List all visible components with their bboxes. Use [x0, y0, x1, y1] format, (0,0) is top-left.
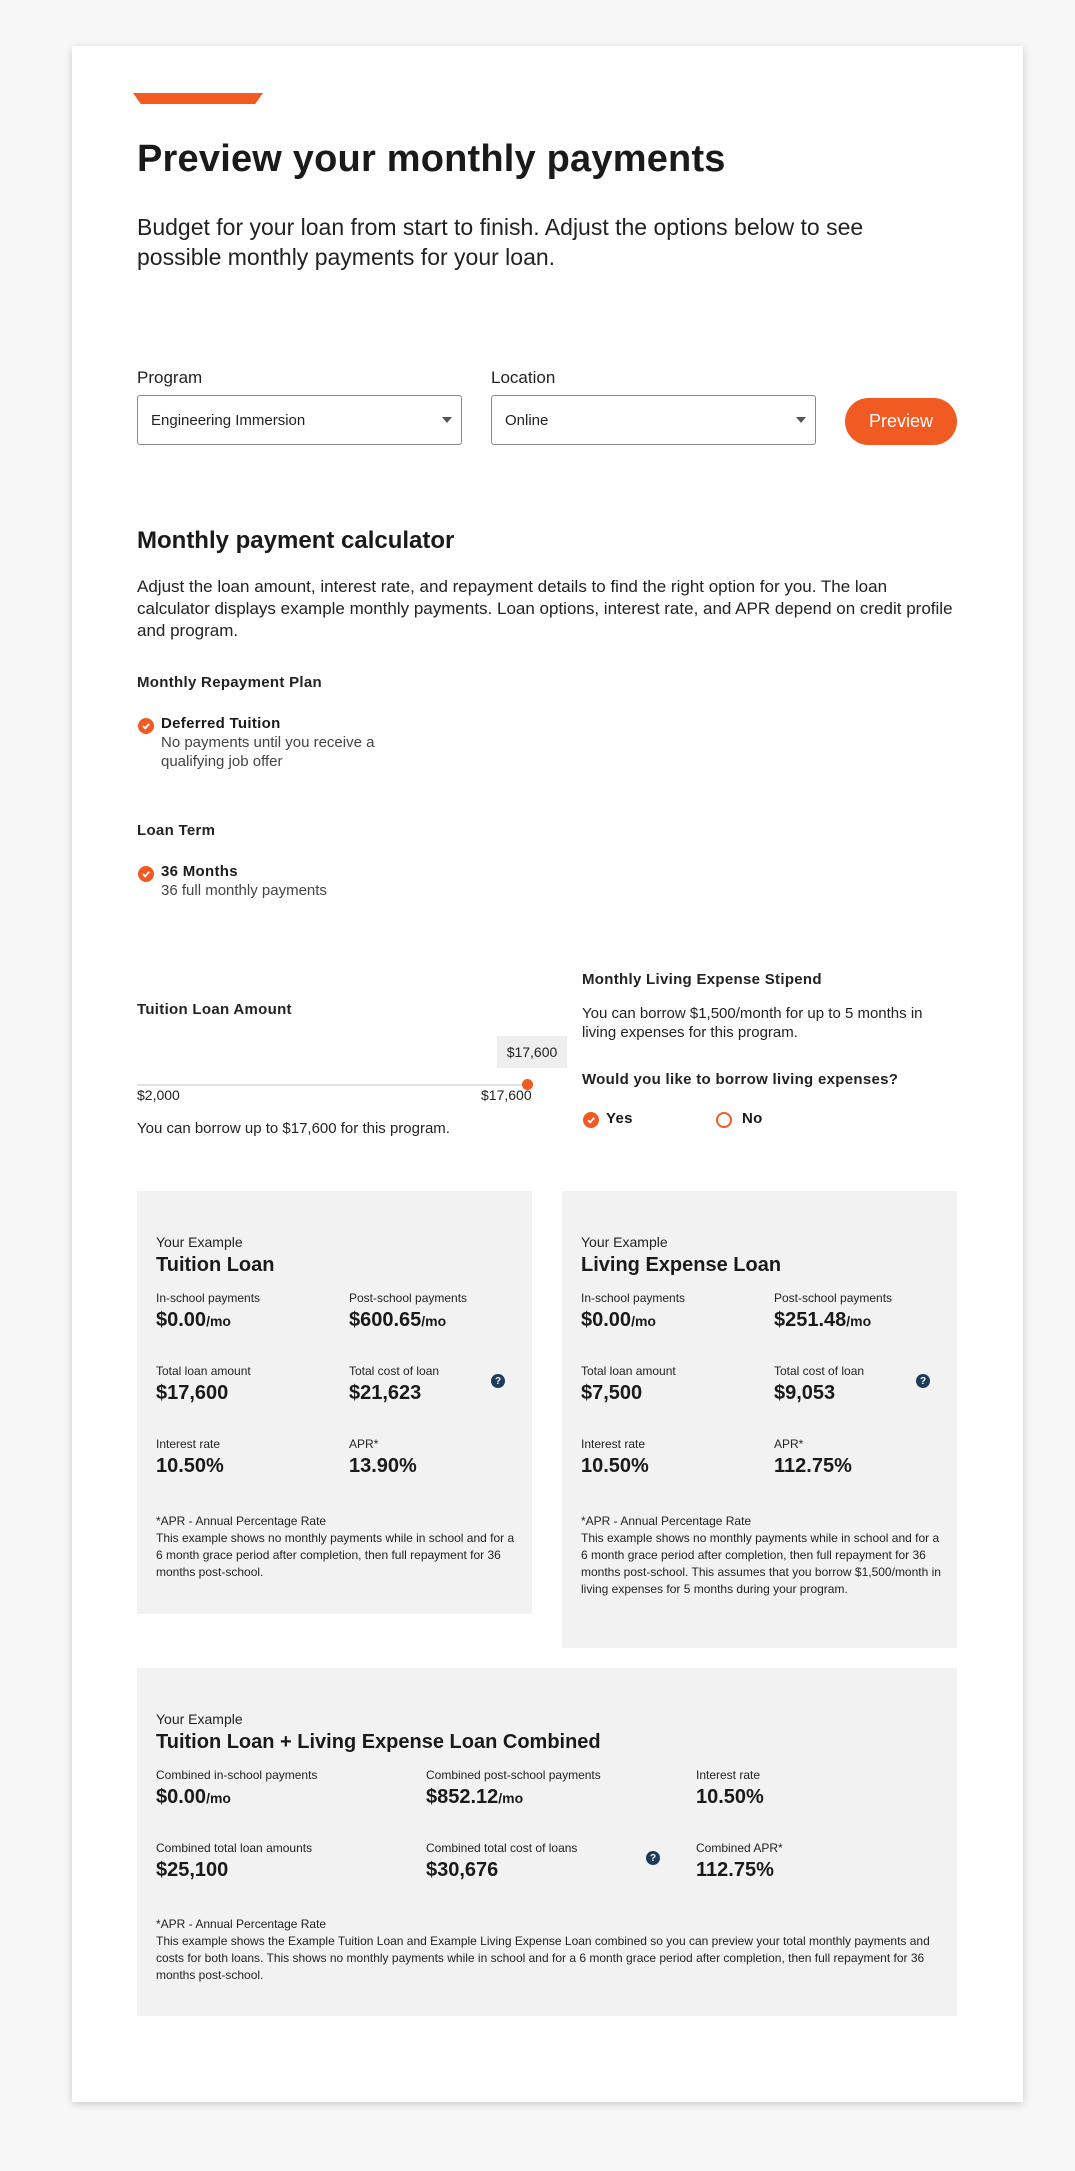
slider-min-label: $2,000: [137, 1087, 180, 1103]
fine-print: This example shows the Example Tuition L…: [156, 1934, 930, 1982]
radio-yes-label[interactable]: Yes: [606, 1110, 633, 1127]
post-school-value: $600.65/mo: [349, 1309, 447, 1331]
help-icon[interactable]: ?: [916, 1374, 930, 1388]
borrow-note: You can borrow up to $17,600 for this pr…: [137, 1120, 450, 1137]
in-school-label: Combined in-school payments: [156, 1768, 318, 1782]
repayment-option-desc: No payments until you receive a qualifyi…: [161, 734, 375, 770]
preview-button[interactable]: Preview: [845, 398, 957, 445]
radio-no-label[interactable]: No: [742, 1110, 763, 1127]
total-cost-value: $30,676: [426, 1859, 499, 1881]
panel-title: Tuition Loan + Living Expense Loan Combi…: [156, 1731, 601, 1753]
location-select-value: Online: [505, 411, 549, 429]
total-cost-value: $21,623: [349, 1382, 422, 1404]
page-title: Preview your monthly payments: [137, 138, 726, 180]
post-school-label: Post-school payments: [774, 1291, 893, 1305]
loan-term-label: Loan Term: [137, 822, 216, 839]
in-school-label: In-school payments: [581, 1291, 686, 1305]
help-icon[interactable]: ?: [646, 1851, 660, 1865]
radio-no[interactable]: [716, 1112, 732, 1128]
post-school-value: $251.48/mo: [774, 1309, 872, 1331]
panel-eyebrow: Your Example: [156, 1234, 243, 1250]
slider-value-tooltip: $17,600: [497, 1036, 567, 1068]
in-school-value: $0.00/mo: [156, 1786, 231, 1808]
stipend-question: Would you like to borrow living expenses…: [582, 1071, 899, 1088]
repayment-plan-label: Monthly Repayment Plan: [137, 674, 322, 691]
fine-title: *APR - Annual Percentage Rate: [156, 1514, 327, 1528]
page-lead: Budget for your loan from start to finis…: [137, 214, 864, 270]
calculator-description: Adjust the loan amount, interest rate, a…: [137, 577, 953, 640]
program-select[interactable]: Engineering Immersion: [137, 395, 462, 445]
post-school-label: Combined post-school payments: [426, 1768, 601, 1782]
fine-print: This example shows no monthly payments w…: [581, 1531, 941, 1596]
check-icon[interactable]: [138, 866, 154, 882]
total-cost-label: Total cost of loan: [349, 1364, 440, 1378]
tuition-slider-track[interactable]: [137, 1084, 529, 1086]
repayment-option-title[interactable]: Deferred Tuition: [161, 715, 281, 732]
total-amount-label: Combined total loan amounts: [156, 1841, 313, 1855]
loan-term-option-title[interactable]: 36 Months: [161, 863, 238, 880]
total-amount-value: $25,100: [156, 1859, 229, 1881]
apr-label: APR*: [774, 1437, 804, 1451]
in-school-value: $0.00/mo: [156, 1309, 231, 1331]
total-cost-label: Combined total cost of loans: [426, 1841, 578, 1855]
slider-max-label: $17,600: [481, 1087, 532, 1103]
living-loan-panel: Your Example Living Expense Loan In-scho…: [562, 1191, 957, 1648]
apr-value: 112.75%: [696, 1859, 774, 1881]
rate-label: Interest rate: [581, 1437, 646, 1451]
radio-yes[interactable]: [583, 1112, 599, 1128]
total-amount-value: $7,500: [581, 1382, 643, 1404]
rate-label: Interest rate: [696, 1768, 761, 1782]
help-icon[interactable]: ?: [491, 1374, 505, 1388]
fine-title: *APR - Annual Percentage Rate: [581, 1514, 752, 1528]
rate-label: Interest rate: [156, 1437, 221, 1451]
location-select[interactable]: Online: [491, 395, 816, 445]
rate-value: 10.50%: [156, 1455, 224, 1477]
apr-label: APR*: [349, 1437, 379, 1451]
apr-value: 13.90%: [349, 1455, 417, 1477]
total-amount-label: Total loan amount: [156, 1364, 251, 1378]
loan-term-option-desc: 36 full monthly payments: [161, 882, 327, 899]
in-school-label: In-school payments: [156, 1291, 261, 1305]
post-school-label: Post-school payments: [349, 1291, 468, 1305]
location-label: Location: [491, 368, 556, 387]
tuition-loan-panel: Your Example Tuition Loan In-school paym…: [137, 1191, 532, 1614]
total-amount-label: Total loan amount: [581, 1364, 676, 1378]
fine-title: *APR - Annual Percentage Rate: [156, 1917, 327, 1931]
accent-bar: [133, 93, 263, 104]
stipend-desc: You can borrow $1,500/month for up to 5 …: [582, 1005, 923, 1041]
panel-title: Living Expense Loan: [581, 1254, 782, 1276]
panel-eyebrow: Your Example: [156, 1711, 243, 1727]
total-amount-value: $17,600: [156, 1382, 229, 1404]
total-cost-value: $9,053: [774, 1382, 836, 1404]
stipend-label: Monthly Living Expense Stipend: [582, 971, 822, 988]
tuition-amount-label: Tuition Loan Amount: [137, 1001, 292, 1018]
apr-label: Combined APR*: [696, 1841, 783, 1855]
total-cost-label: Total cost of loan: [774, 1364, 865, 1378]
chevron-down-icon: [442, 417, 452, 423]
panel-title: Tuition Loan: [156, 1254, 275, 1276]
panel-eyebrow: Your Example: [581, 1234, 668, 1250]
post-school-value: $852.12/mo: [426, 1786, 524, 1808]
program-label: Program: [137, 368, 203, 387]
in-school-value: $0.00/mo: [581, 1309, 656, 1331]
rate-value: 10.50%: [581, 1455, 649, 1477]
rate-value: 10.50%: [696, 1786, 764, 1808]
apr-value: 112.75%: [774, 1455, 852, 1477]
fine-print: This example shows no monthly payments w…: [156, 1531, 515, 1579]
combined-loan-panel: Your Example Tuition Loan + Living Expen…: [137, 1668, 957, 2016]
chevron-down-icon: [796, 417, 806, 423]
program-select-value: Engineering Immersion: [151, 411, 306, 429]
check-icon[interactable]: [138, 718, 154, 734]
calculator-title: Monthly payment calculator: [137, 527, 455, 554]
